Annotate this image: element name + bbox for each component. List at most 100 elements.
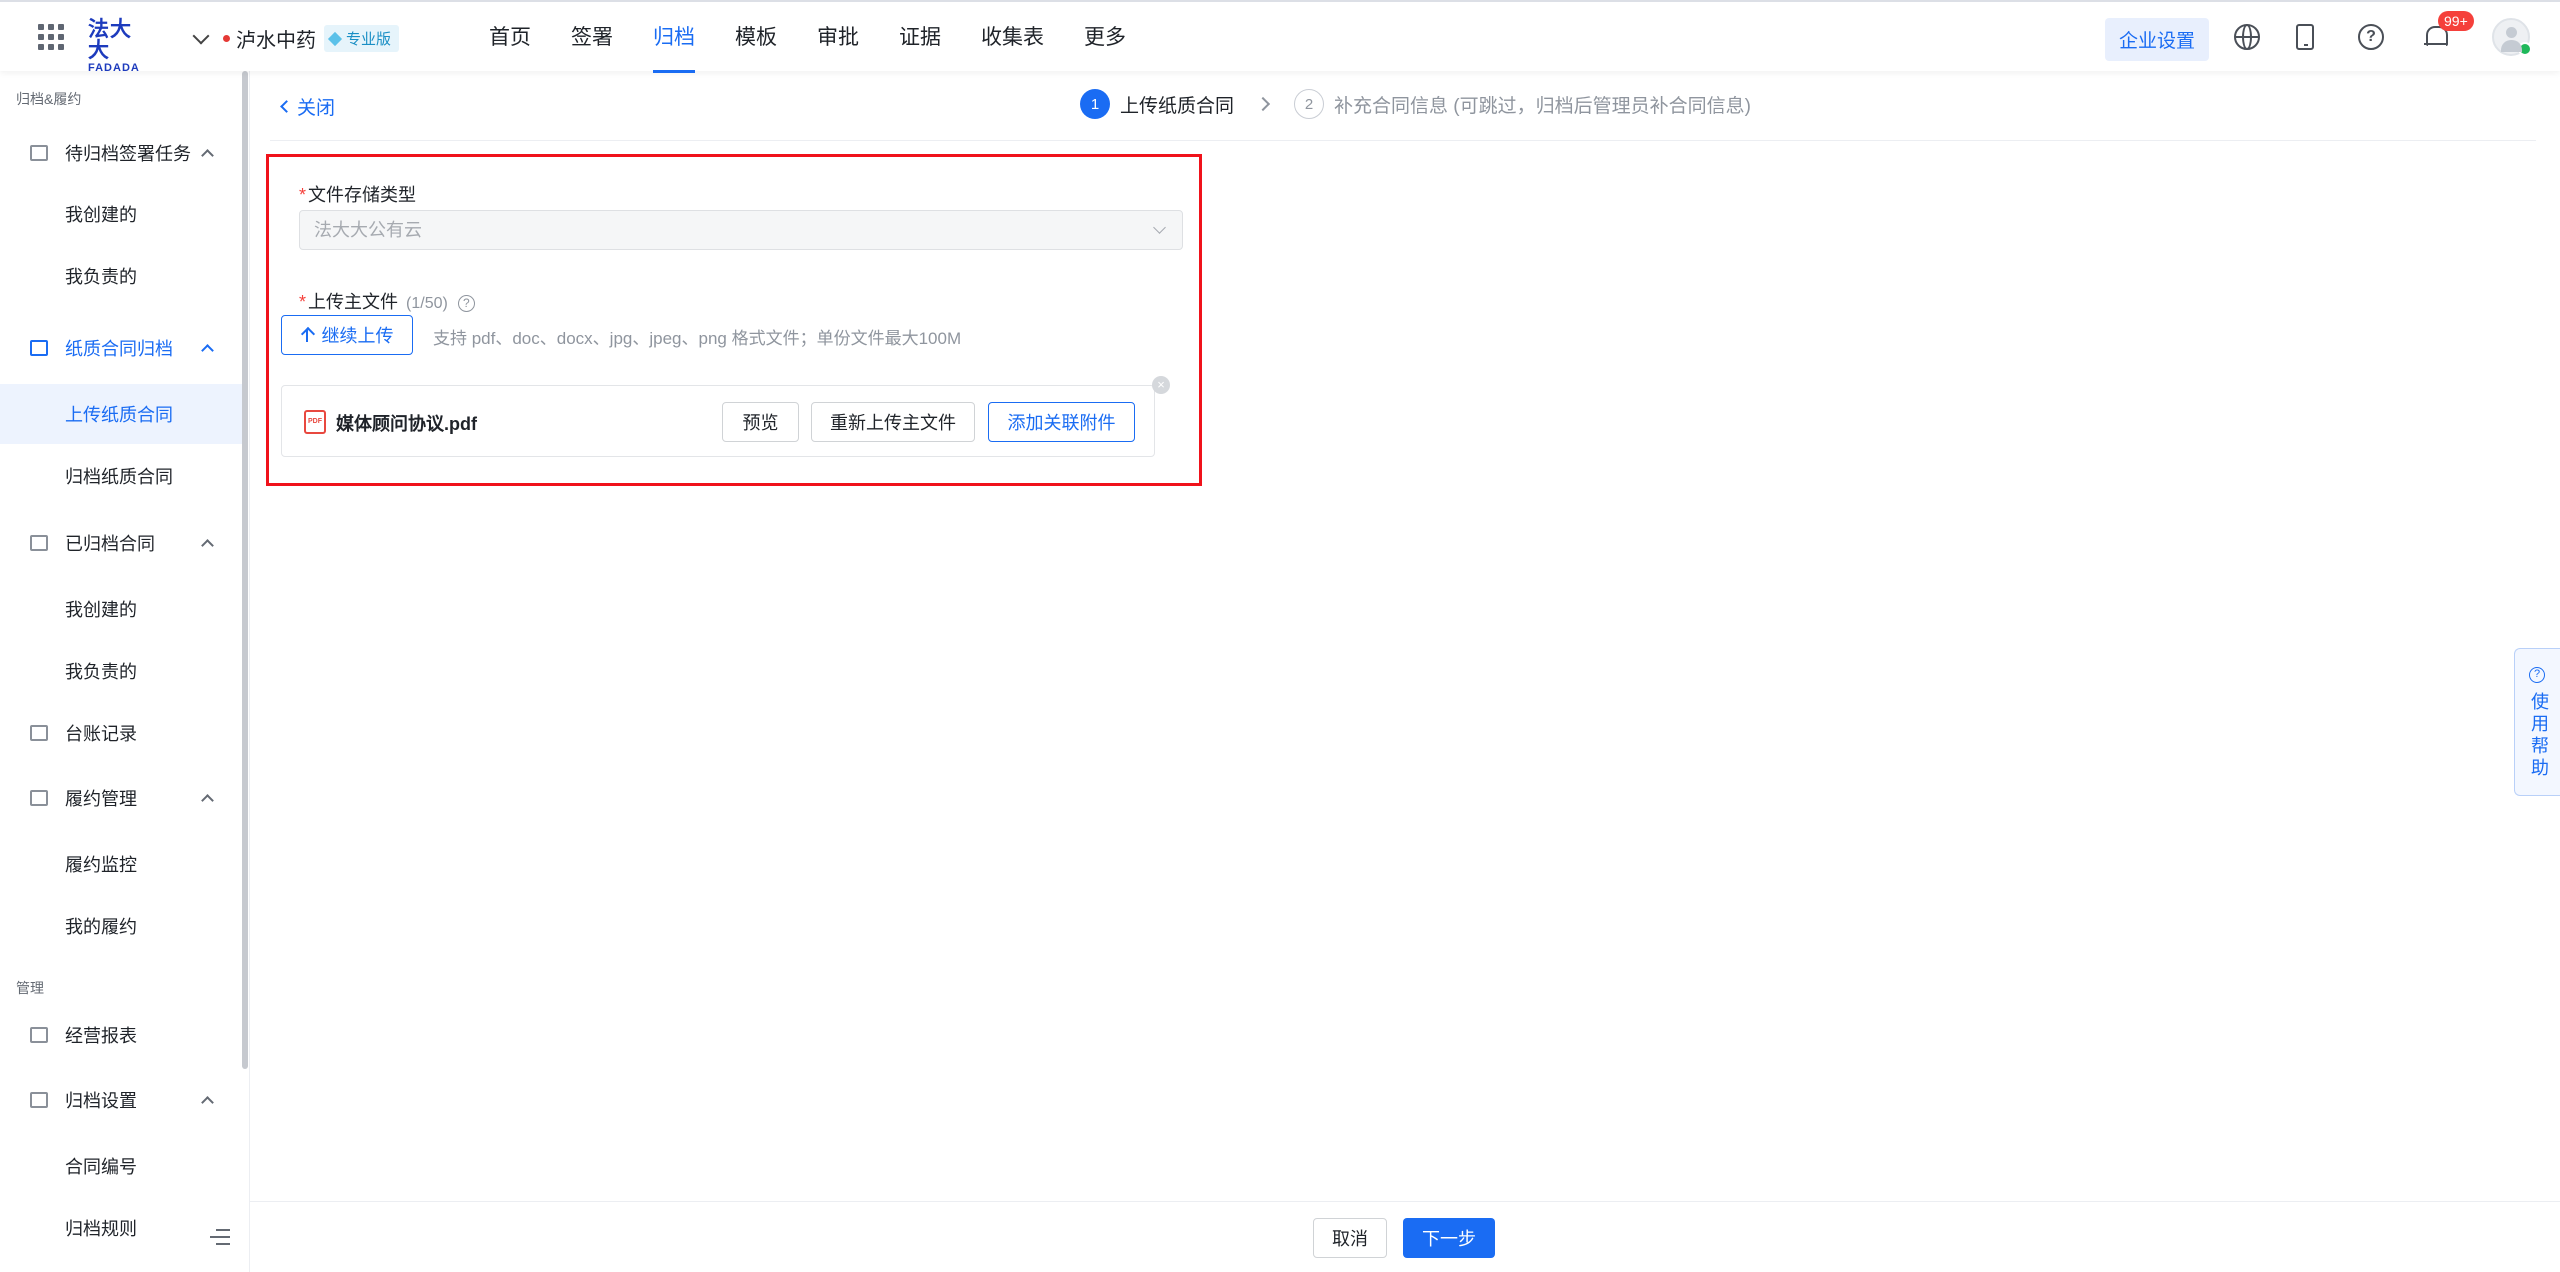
cancel-button[interactable]: 取消 — [1313, 1218, 1387, 1258]
sidebar-item-paper-archive[interactable]: 纸质合同归档 — [0, 318, 242, 378]
nav-templates[interactable]: 模板 — [735, 2, 777, 73]
sidebar-group-title: 归档&履约 — [16, 91, 82, 107]
org-switcher[interactable]: 泸水中药 专业版 — [192, 24, 400, 53]
sidebar-item-label: 我创建的 — [65, 600, 137, 620]
storage-type-select[interactable]: 法大大公有云 — [299, 210, 1183, 250]
close-label: 关闭 — [297, 98, 336, 119]
storage-type-label-text: 文件存储类型 — [308, 185, 417, 205]
step-2-number: 2 — [1294, 89, 1325, 119]
nav-approval[interactable]: 审批 — [817, 2, 859, 73]
fadada-logo[interactable]: 法大大 FADADA — [88, 19, 152, 74]
remove-file-icon[interactable]: × — [1152, 376, 1170, 394]
diamond-icon — [327, 31, 343, 46]
sidebar-group-title: 管理 — [16, 980, 44, 996]
ledger-icon — [30, 725, 48, 741]
sidebar-item-archive-rules[interactable]: 归档规则 — [0, 1198, 242, 1258]
chevron-up-icon — [201, 344, 214, 357]
nav-archive[interactable]: 归档 — [653, 2, 695, 73]
upload-count: (1/50) — [406, 295, 448, 312]
pdf-file-icon: PDF — [304, 410, 326, 434]
question-circle-icon[interactable]: ? — [457, 295, 475, 312]
sidebar-item-label: 经营报表 — [65, 1026, 137, 1046]
sidebar-item-label: 归档设置 — [65, 1091, 137, 1111]
logo-text-cn: 法大大 — [88, 18, 132, 62]
top-navigation-bar: 法大大 FADADA 泸水中药 专业版 首页 签署 归档 模板 审批 证据 收集… — [0, 0, 2560, 74]
edit-document-icon — [30, 790, 48, 806]
mobile-icon[interactable] — [2296, 24, 2314, 50]
sidebar-item-archived-created[interactable]: 我创建的 — [0, 579, 242, 639]
sidebar-item-label: 我创建的 — [65, 205, 137, 225]
divider — [270, 140, 2536, 141]
nav-more[interactable]: 更多 — [1084, 2, 1126, 73]
sidebar-item-label: 履约管理 — [65, 789, 137, 809]
sidebar-item-label: 纸质合同归档 — [65, 339, 173, 359]
sidebar-item-ledger[interactable]: 台账记录 — [0, 703, 242, 763]
sidebar-item-archived[interactable]: 已归档合同 — [0, 513, 242, 573]
main-content: 关闭 1 上传纸质合同 2 补充合同信息 (可跳过，归档后管理员补合同信息) *… — [250, 71, 2560, 1201]
continue-upload-button[interactable]: 继续上传 — [281, 315, 413, 355]
sidebar-item-my-performance[interactable]: 我的履约 — [0, 896, 242, 956]
enterprise-settings-button[interactable]: 企业设置 — [2105, 18, 2210, 61]
step-1-label: 上传纸质合同 — [1120, 95, 1235, 117]
document-icon — [30, 340, 48, 356]
sidebar-item-label: 归档规则 — [65, 1219, 137, 1239]
upload-icon — [301, 328, 315, 342]
reupload-main-file-button[interactable]: 重新上传主文件 — [811, 402, 975, 442]
bar-chart-icon — [30, 1027, 48, 1043]
sidebar-item-archived-responsible[interactable]: 我负责的 — [0, 641, 242, 701]
storage-type-label: * 文件存储类型 — [299, 181, 416, 207]
upload-hint: 支持 pdf、doc、docx、jpg、jpeg、png 格式文件；单份文件最大… — [433, 329, 962, 348]
storage-type-value: 法大大公有云 — [314, 220, 422, 240]
chevron-up-icon — [201, 1096, 214, 1109]
nav-forms[interactable]: 收集表 — [981, 2, 1044, 73]
sidebar-item-upload-paper[interactable]: 上传纸质合同 — [0, 384, 242, 444]
apps-grid-icon[interactable] — [38, 24, 64, 50]
help-icon[interactable]: ? — [2358, 24, 2384, 50]
add-attachment-button[interactable]: 添加关联附件 — [988, 402, 1135, 442]
file-name: 媒体顾问协议.pdf — [336, 414, 477, 434]
upload-form-highlight: * 文件存储类型 法大大公有云 * 上传主文件 (1/50)? 继续上传 支持 pdf… — [266, 154, 1202, 486]
question-circle-icon: ? — [2529, 667, 2545, 683]
sidebar-item-pending-sign[interactable]: 待归档签署任务 — [0, 123, 242, 183]
sidebar: 归档&履约 待归档签署任务 我创建的 我负责的 纸质合同归档 上传纸质合同 归档… — [0, 71, 250, 1272]
usage-help-tab[interactable]: ? 使用帮助 — [2514, 648, 2560, 796]
sidebar-item-label: 归档纸质合同 — [65, 467, 173, 487]
sidebar-scrollbar[interactable] — [242, 71, 248, 1069]
required-mark: * — [299, 292, 307, 312]
steps-indicator: 1 上传纸质合同 2 补充合同信息 (可跳过，归档后管理员补合同信息) — [1080, 89, 1751, 119]
sidebar-item-performance-monitor[interactable]: 履约监控 — [0, 834, 242, 894]
globe-icon[interactable] — [2234, 24, 2260, 50]
chevron-up-icon — [201, 149, 214, 162]
main-nav: 首页 签署 归档 模板 审批 证据 收集表 更多 — [489, 2, 1166, 73]
sidebar-item-pending-created[interactable]: 我创建的 — [0, 184, 242, 244]
sidebar-item-pending-responsible[interactable]: 我负责的 — [0, 246, 242, 306]
nav-home[interactable]: 首页 — [489, 2, 531, 73]
org-status-dot — [223, 35, 230, 42]
folder-settings-icon — [30, 1092, 48, 1108]
preview-button[interactable]: 预览 — [722, 402, 799, 442]
sidebar-item-archive-settings[interactable]: 归档设置 — [0, 1070, 242, 1130]
sidebar-item-performance[interactable]: 履约管理 — [0, 768, 242, 828]
sidebar-item-contract-number[interactable]: 合同编号 — [0, 1136, 242, 1196]
step-1-number: 1 — [1080, 89, 1110, 119]
sidebar-item-label: 已归档合同 — [65, 534, 155, 554]
collapse-sidebar-icon[interactable] — [210, 1229, 230, 1245]
close-link[interactable]: 关闭 — [280, 93, 336, 120]
edition-badge: 专业版 — [324, 25, 400, 52]
briefcase-icon — [30, 535, 48, 551]
avatar[interactable] — [2492, 18, 2532, 56]
edition-badge-label: 专业版 — [346, 31, 392, 48]
next-step-button[interactable]: 下一步 — [1403, 1218, 1495, 1258]
sidebar-item-reports[interactable]: 经营报表 — [0, 1005, 242, 1065]
sidebar-item-archive-paper[interactable]: 归档纸质合同 — [0, 446, 242, 506]
sidebar-item-label: 我负责的 — [65, 662, 137, 682]
upload-main-file-label: * 上传主文件 (1/50)? — [299, 288, 475, 314]
nav-evidence[interactable]: 证据 — [899, 2, 941, 73]
nav-sign[interactable]: 签署 — [571, 2, 613, 73]
chevron-down-icon — [1153, 221, 1166, 234]
chevron-left-icon — [280, 100, 293, 113]
chevron-right-icon — [1255, 96, 1271, 112]
footer-actions: 取消 下一步 — [250, 1201, 2560, 1272]
sidebar-item-label: 履约监控 — [65, 855, 137, 875]
sidebar-item-label: 合同编号 — [65, 1157, 137, 1177]
